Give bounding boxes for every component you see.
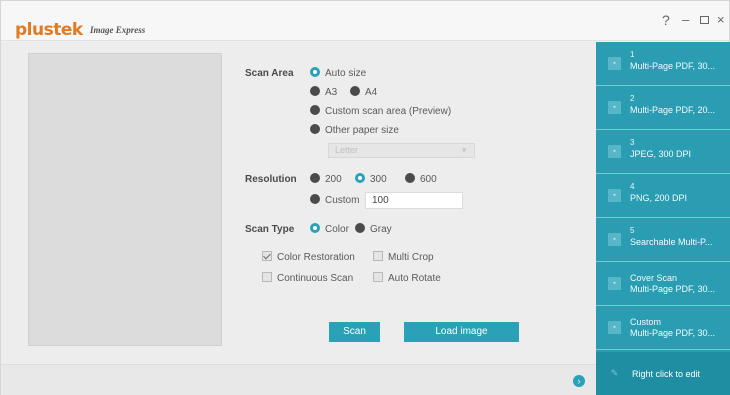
scan-preview-area: [28, 53, 222, 346]
scan-area-label: Scan Area: [245, 68, 294, 79]
color-restoration-checkbox[interactable]: Color Restoration: [262, 251, 355, 264]
checkbox-icon: [373, 251, 383, 261]
resolution-custom-radio[interactable]: Custom: [310, 194, 359, 207]
right-click-edit-hint: ✎ Right click to edit: [596, 352, 730, 395]
job-icon: ▪: [608, 233, 621, 246]
job-icon: ▪: [608, 189, 621, 202]
radio-icon: [355, 223, 365, 233]
job-icon: ▪: [608, 101, 621, 114]
radio-icon: [310, 124, 320, 134]
app-window: plustek Image Express ? – × Scan Area Au…: [0, 0, 730, 395]
radio-icon: [310, 194, 320, 204]
job-item-2[interactable]: ▪ 2 Multi-Page PDF, 20...: [596, 86, 730, 130]
continuous-scan-checkbox[interactable]: Continuous Scan: [262, 272, 353, 285]
job-icon: ▪: [608, 57, 621, 70]
radio-selected-icon: [355, 173, 365, 183]
job-icon: ▪: [608, 277, 621, 290]
radio-icon: [350, 86, 360, 96]
checkbox-icon: [373, 272, 383, 282]
scan-type-gray-radio[interactable]: Gray: [355, 223, 392, 236]
scan-area-other-size-radio[interactable]: Other paper size: [310, 124, 399, 137]
title-bar: plustek Image Express ? – ×: [1, 1, 729, 41]
radio-selected-icon: [310, 223, 320, 233]
checkbox-checked-icon: [262, 251, 272, 261]
resolution-300-radio[interactable]: 300: [355, 173, 387, 186]
scan-type-color-radio[interactable]: Color: [310, 223, 349, 236]
job-icon: ▪: [608, 145, 621, 158]
edit-icon: ✎: [610, 368, 619, 378]
close-button[interactable]: ×: [717, 13, 725, 27]
job-item-3[interactable]: ▪ 3 JPEG, 300 DPI: [596, 130, 730, 174]
scan-area-custom-radio[interactable]: Custom scan area (Preview): [310, 105, 451, 118]
checkbox-icon: [262, 272, 272, 282]
load-image-button[interactable]: Load image: [404, 322, 519, 342]
auto-rotate-checkbox[interactable]: Auto Rotate: [373, 272, 441, 285]
scan-area-auto-size-radio[interactable]: Auto size: [310, 67, 366, 80]
job-item-custom[interactable]: ▪ Custom Multi-Page PDF, 30...: [596, 306, 730, 350]
job-item-cover-scan[interactable]: ▪ Cover Scan Multi-Page PDF, 30...: [596, 262, 730, 306]
radio-icon: [310, 86, 320, 96]
radio-selected-icon: [310, 67, 320, 77]
maximize-icon: [700, 16, 709, 24]
scan-type-label: Scan Type: [245, 224, 295, 235]
minimize-button[interactable]: –: [682, 13, 689, 27]
resolution-600-radio[interactable]: 600: [405, 173, 437, 186]
chevron-right-icon[interactable]: ›: [573, 375, 585, 387]
radio-icon: [310, 173, 320, 183]
job-panel: ▪ 1 Multi-Page PDF, 30... ▪ 2 Multi-Page…: [596, 42, 730, 395]
paper-size-dropdown[interactable]: Letter ▼: [328, 143, 475, 158]
radio-icon: [405, 173, 415, 183]
radio-icon: [310, 105, 320, 115]
scan-area-a3-radio[interactable]: A3: [310, 86, 337, 99]
multi-crop-checkbox[interactable]: Multi Crop: [373, 251, 434, 264]
status-bar: ›: [1, 364, 596, 395]
custom-resolution-input[interactable]: 100: [365, 192, 463, 209]
job-icon: ▪: [608, 321, 621, 334]
help-button[interactable]: ?: [662, 13, 670, 27]
brand-logo: plustek: [15, 20, 83, 40]
chevron-down-icon: ▼: [460, 146, 468, 155]
resolution-label: Resolution: [245, 174, 297, 185]
job-item-4[interactable]: ▪ 4 PNG, 200 DPI: [596, 174, 730, 218]
job-item-1[interactable]: ▪ 1 Multi-Page PDF, 30...: [596, 42, 730, 86]
maximize-button[interactable]: [700, 13, 709, 27]
scan-area-a4-radio[interactable]: A4: [350, 86, 377, 99]
main-area: Scan Area Auto size A3 A4 Custom scan ar…: [1, 42, 596, 364]
resolution-200-radio[interactable]: 200: [310, 173, 342, 186]
job-item-5[interactable]: ▪ 5 Searchable Multi-P...: [596, 218, 730, 262]
app-name: Image Express: [90, 25, 146, 35]
scan-button[interactable]: Scan: [329, 322, 380, 342]
